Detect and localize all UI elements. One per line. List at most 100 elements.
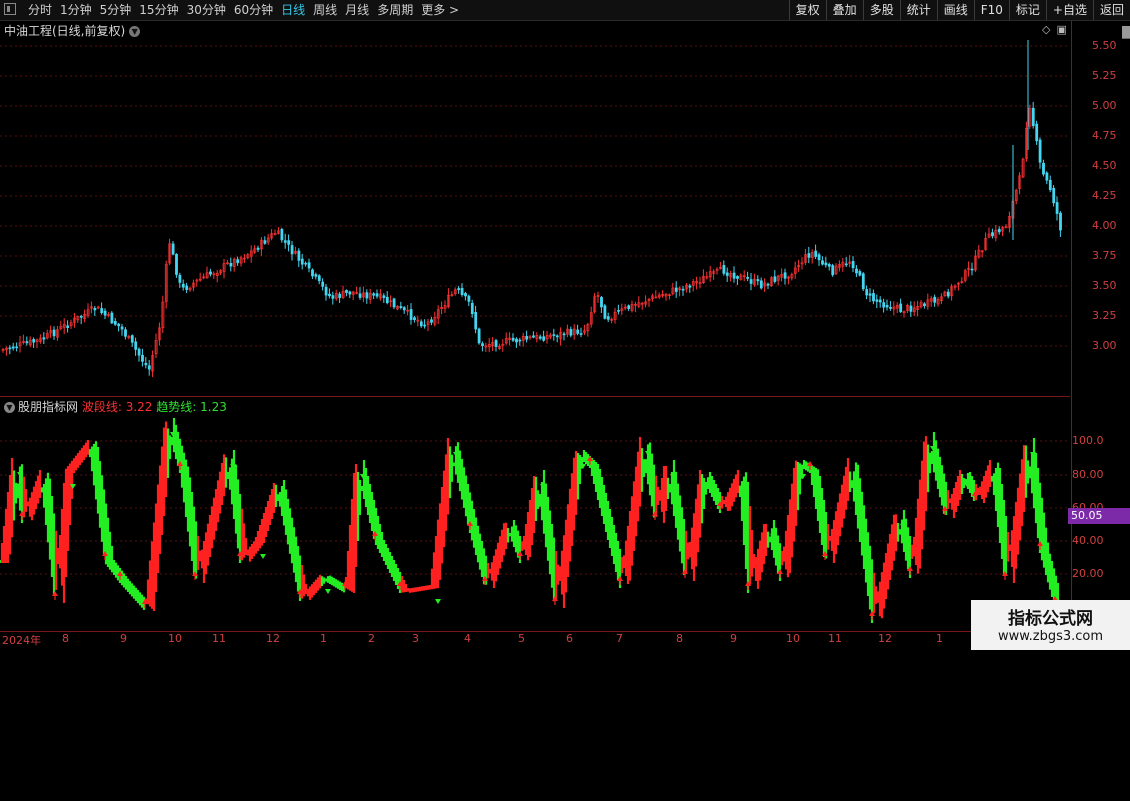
candle-body (627, 305, 631, 309)
candle-body (460, 287, 464, 296)
candle-body (1048, 179, 1052, 191)
date-label: 12 (266, 632, 280, 645)
price-label: 3.75 (1092, 249, 1117, 262)
candle-body (474, 312, 478, 330)
candle-body (8, 347, 12, 350)
candle-body (130, 335, 134, 343)
sell-arrow (260, 554, 266, 559)
candle-body (749, 279, 753, 284)
candle-body (1059, 212, 1062, 231)
candle-body (178, 274, 182, 283)
date-label: 10 (168, 632, 182, 645)
candle-body (511, 337, 515, 341)
candle-body (280, 228, 284, 241)
candle-body (844, 263, 848, 266)
candle-body (725, 272, 729, 276)
candle-body (409, 309, 413, 320)
candle-body (1055, 202, 1059, 214)
candle-body (600, 296, 603, 308)
candle-body (113, 321, 117, 325)
candle-body (946, 291, 950, 297)
date-label: 6 (566, 632, 573, 645)
candle-body (110, 312, 114, 324)
tool-button-8[interactable]: 返回 (1092, 0, 1130, 20)
candle-body (875, 299, 879, 302)
candle-body (885, 304, 889, 308)
date-label: 1 (936, 632, 943, 645)
candle-body (865, 289, 869, 296)
candle-body (746, 276, 750, 279)
candle-body (134, 341, 138, 350)
candle-body (688, 285, 692, 288)
candle-body (464, 293, 467, 297)
price-axis: 5.50 5.25 5.00 4.75 4.50 4.25 4.00 3.75 3.50 3.25… (1071, 21, 1130, 631)
price-label: 3.25 (1092, 309, 1117, 322)
candle-body (1042, 162, 1045, 175)
price-label: 5.50 (1092, 39, 1117, 52)
candle-body (175, 254, 178, 275)
candle-body (831, 265, 835, 276)
sell-arrow (325, 589, 331, 594)
candle-body (824, 262, 828, 266)
candle-body (402, 307, 406, 311)
candle-body (759, 280, 763, 289)
candle-body (878, 299, 882, 303)
candle-body (93, 308, 97, 311)
candle-body (372, 293, 376, 296)
candle-body (181, 283, 185, 288)
candle-body (144, 362, 148, 366)
candle-body (311, 269, 314, 277)
candle-body (909, 305, 913, 312)
date-axis: 2024年 8 9 10 11 12 1 2 3 4 5 6 7 8 9 10 11 12 1 (0, 631, 1070, 651)
candle-body (494, 340, 498, 347)
candle-body (317, 275, 321, 282)
candle-body (328, 293, 331, 297)
candle-body (263, 240, 267, 244)
watermark: 指标公式网 www.zbgs3.com (971, 600, 1130, 650)
candle-body (576, 329, 580, 334)
candle-body (855, 268, 858, 274)
current-value-badge: 50.05 (1068, 508, 1130, 524)
candle-body (141, 354, 144, 362)
candle-body (66, 325, 70, 328)
candle-body (283, 240, 287, 243)
candle-body (430, 319, 433, 323)
candle-body (1031, 107, 1035, 127)
candle-body (732, 272, 736, 279)
candle-body (617, 310, 620, 312)
candle-body (555, 335, 559, 338)
candle-body (603, 305, 607, 319)
candle-body (365, 292, 369, 299)
candle-body (868, 293, 872, 296)
candle-body (681, 288, 685, 291)
candle-body (399, 306, 403, 308)
candle-body (256, 247, 260, 250)
candle-body (736, 276, 739, 279)
candle-body (413, 317, 416, 320)
side-panel-strip: ██████████████████████████ (1122, 26, 1130, 39)
price-label: 4.25 (1092, 189, 1117, 202)
candle-body (766, 283, 770, 286)
candle-body (872, 293, 875, 302)
candle-body (324, 286, 328, 296)
candle-body (117, 323, 121, 327)
date-label: 8 (676, 632, 683, 645)
candle-body (1035, 123, 1039, 142)
candle-body (338, 293, 342, 298)
price-label: 5.00 (1092, 99, 1117, 112)
candle-body (821, 260, 824, 265)
price-label: 4.50 (1092, 159, 1117, 172)
candle-body (542, 336, 546, 341)
candle-body (11, 346, 15, 349)
candle-body (722, 265, 726, 274)
candle-body (419, 321, 423, 327)
candle-body (552, 334, 556, 336)
candle-body (606, 316, 610, 320)
candle-body (933, 296, 937, 303)
candle-body (171, 243, 175, 255)
watermark-title: 指标公式网 (1008, 609, 1093, 629)
candle-body (1038, 139, 1042, 163)
candle-body (209, 271, 212, 275)
candle-body (15, 346, 19, 349)
candle-body (1052, 187, 1056, 204)
